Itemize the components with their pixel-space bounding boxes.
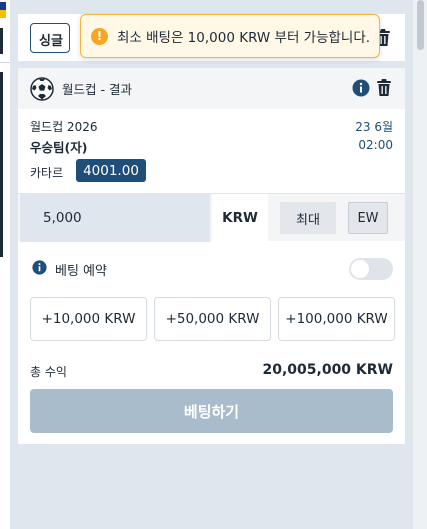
bet-card-title: 월드컵 - 결과 [62,82,132,97]
min-bet-toast: ! 최소 배팅은 10,000 KRW 부터 가능합니다. [80,14,380,58]
selection-name: 우승팀(자) [30,140,88,155]
betslip-panel: 싱글 ! 최소 배팅은 10,000 KRW 부터 가능합니다. 월드컵 - 결… [18,0,405,529]
scrollbar[interactable] [413,0,427,529]
quick-stake-button[interactable]: +50,000 KRW [154,297,271,341]
soccer-ball-icon [30,76,54,101]
event-name: 월드컵 2026 [30,120,98,134]
selection-market: 카타르 [30,166,64,180]
tab-single[interactable]: 싱글 [30,23,70,53]
bet-card-header: 월드컵 - 결과 [18,68,405,109]
background-divider [0,62,10,63]
betslip-footer: 베팅 예약 +10,000 KRW +50,000 KRW +100,000 K… [18,246,405,444]
scrollbar-thumb[interactable] [417,0,424,50]
each-way-button[interactable]: EW [348,202,388,234]
remove-bet-trash-icon[interactable] [376,79,392,101]
reserve-bet-toggle[interactable] [349,258,393,280]
stake-input[interactable]: 5,000 [20,194,210,242]
info-icon[interactable] [352,79,370,101]
reserve-bet-row: 베팅 예약 [32,260,107,279]
background-page-edge [0,0,10,529]
toast-message: 최소 배팅은 10,000 KRW 부터 가능합니다. [117,30,371,46]
currency-label: KRW [212,194,268,242]
background-border [0,28,3,54]
warning-icon: ! [91,27,108,45]
event-time: 02:00 [358,138,393,152]
total-return-label: 총 수익 [30,365,67,379]
quick-stake-buttons: +10,000 KRW +50,000 KRW +100,000 KRW [30,297,395,341]
info-icon[interactable] [32,260,47,279]
stake-row: 5,000 KRW 최대 EW [18,193,405,242]
place-bet-button[interactable]: 베팅하기 [30,389,393,433]
background-border [0,72,3,257]
flag-icon [0,2,6,18]
total-return-value: 20,005,000 KRW [262,362,393,378]
quick-stake-button[interactable]: +10,000 KRW [30,297,147,341]
max-stake-button[interactable]: 최대 [280,202,336,234]
odds-badge: 4001.00 [76,159,146,182]
reserve-bet-label: 베팅 예약 [55,264,107,279]
toggle-knob [351,260,369,278]
quick-stake-button[interactable]: +100,000 KRW [278,297,395,341]
event-date: 23 6월 [355,120,393,134]
bet-card: 월드컵 - 결과 월드컵 2026 23 6월 우승팀(자) 02:00 카타르… [18,68,405,246]
